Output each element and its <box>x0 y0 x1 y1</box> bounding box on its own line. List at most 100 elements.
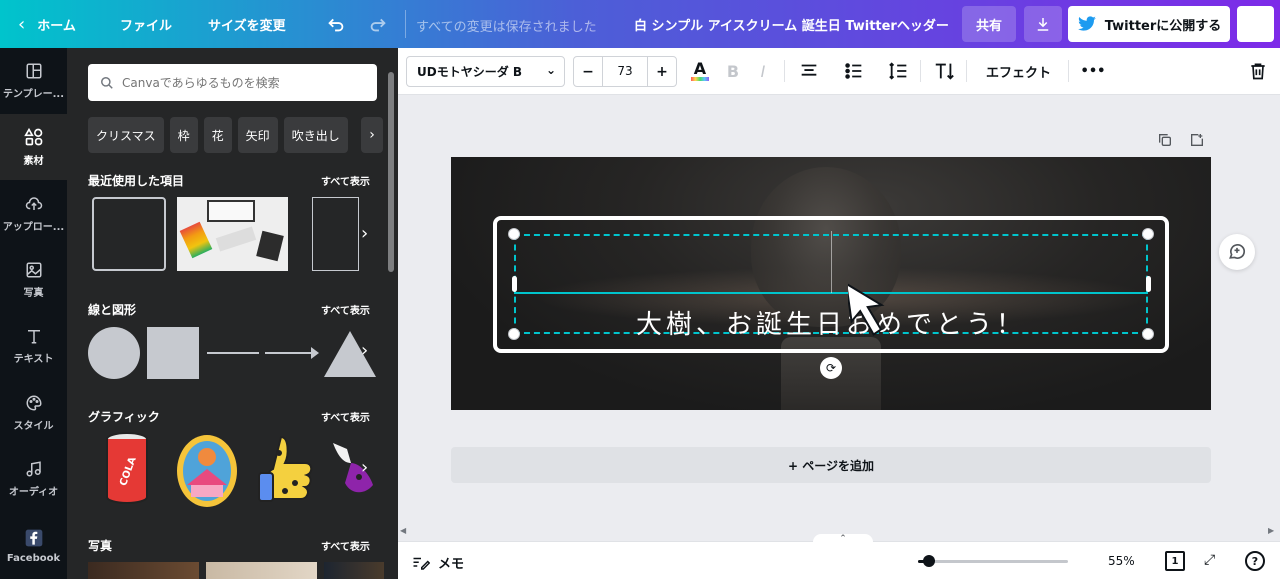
rail-item-audio[interactable]: オーディオ <box>0 446 67 512</box>
resize-handle-right[interactable] <box>1146 276 1151 292</box>
text-color-button[interactable]: A <box>689 60 711 82</box>
home-button[interactable]: ‹ ホーム <box>18 0 76 48</box>
zoom-slider-handle[interactable] <box>923 555 935 567</box>
graphics-next-icon[interactable]: › <box>361 457 379 478</box>
upload-icon <box>25 197 42 210</box>
recent-item-frame[interactable] <box>92 197 166 271</box>
chip-arrow[interactable]: 矢印 <box>237 117 278 153</box>
line-spacing-icon[interactable] <box>888 60 910 82</box>
chip-christmas[interactable]: クリスマス <box>88 117 164 153</box>
rotate-icon: ⟳ <box>825 361 837 375</box>
help-button[interactable]: ? <box>1245 551 1265 571</box>
italic-icon[interactable]: I <box>754 60 772 82</box>
bold-icon[interactable]: B <box>724 60 742 82</box>
trash-icon[interactable] <box>1248 60 1268 82</box>
chip-speech-bubble[interactable]: 吹き出し <box>283 117 348 153</box>
shape-arrow-line[interactable] <box>265 352 313 354</box>
rail-item-uploads[interactable]: アップロー... <box>0 181 67 247</box>
bottom-bar: ⌃ メモ 55% 1 ⤢ ? <box>398 534 1280 579</box>
zoom-level[interactable]: 55% <box>1108 554 1135 568</box>
document-title[interactable]: 白 シンプル アイスクリーム 誕生日 Twitterヘッダー <box>634 15 949 34</box>
recent-item-rectangle[interactable] <box>312 197 359 271</box>
zoom-slider-track[interactable] <box>918 560 1068 563</box>
effects-button[interactable]: エフェクト <box>986 62 1051 81</box>
resize-handle-tr[interactable] <box>1142 228 1154 240</box>
chevron-down-icon: ⌄ <box>545 63 556 77</box>
toolbar-divider <box>966 60 967 82</box>
vertical-text-icon[interactable] <box>933 60 955 82</box>
photo-thumb-3[interactable] <box>324 562 384 579</box>
more-options-button[interactable]: ••• <box>1237 6 1274 42</box>
page-count-button[interactable]: 1 <box>1165 551 1185 571</box>
align-center-icon[interactable] <box>798 60 820 82</box>
panel-scrollbar[interactable] <box>388 72 394 272</box>
recent-item-photo[interactable] <box>177 197 288 271</box>
publish-label: Twitterに公開する <box>1104 18 1222 34</box>
see-all-graphics[interactable]: すべて表示 <box>321 409 370 424</box>
center-guide <box>831 231 832 293</box>
chip-frame[interactable]: 枠 <box>169 117 198 153</box>
facebook-icon <box>25 529 42 547</box>
left-rail: テンプレー... 素材 アップロー... 写真 テキスト スタイル オーディオ … <box>0 48 67 579</box>
see-all-recent[interactable]: すべて表示 <box>321 173 370 188</box>
graphic-thumbs-up[interactable] <box>255 433 317 509</box>
rotate-handle[interactable]: ⟳ <box>820 357 842 379</box>
share-button[interactable]: 共有 <box>962 6 1016 42</box>
shapes-next-icon[interactable]: › <box>361 340 379 361</box>
more-tools-icon[interactable]: ••• <box>1081 60 1106 82</box>
scroll-right-icon[interactable]: ▶ <box>1268 526 1274 535</box>
redo-icon[interactable] <box>367 13 389 35</box>
comment-plus-icon <box>1229 244 1245 259</box>
notes-button[interactable]: メモ <box>412 553 464 572</box>
recent-next-icon[interactable]: › <box>361 223 379 244</box>
download-icon <box>1037 18 1049 31</box>
topbar-divider <box>405 10 406 38</box>
add-comment-button[interactable] <box>1219 234 1255 270</box>
elements-panel: クリスマス 枠 花 矢印 吹き出し › 最近使用した項目 すべて表示 › 線と図… <box>67 48 398 579</box>
resize-handle-tl[interactable] <box>508 228 520 240</box>
undo-icon[interactable] <box>325 13 347 35</box>
rail-item-templates[interactable]: テンプレー... <box>0 48 67 114</box>
decrease-font-size-button[interactable]: − <box>574 64 602 80</box>
design-canvas[interactable]: 大樹、お誕生日おめでとう！ ⟳ <box>451 157 1211 410</box>
shape-circle[interactable] <box>88 327 140 379</box>
chevron-left-icon: ‹ <box>18 13 26 35</box>
list-icon[interactable] <box>843 60 865 82</box>
search-box[interactable] <box>88 64 377 101</box>
resize-handle-left[interactable] <box>512 276 517 292</box>
file-menu-button[interactable]: ファイル <box>120 0 172 48</box>
section-title-photos: 写真 <box>88 539 113 553</box>
graphic-cola-can[interactable]: COLA <box>97 431 157 507</box>
see-all-photos[interactable]: すべて表示 <box>321 538 370 553</box>
publish-twitter-button[interactable]: Twitterに公開する <box>1068 6 1230 42</box>
add-page-icon[interactable] <box>1189 132 1205 148</box>
photo-thumb-1[interactable] <box>88 562 199 579</box>
chip-flower[interactable]: 花 <box>203 117 232 153</box>
shape-line[interactable] <box>207 352 259 354</box>
photo-thumb-2[interactable] <box>206 562 317 579</box>
fullscreen-icon[interactable]: ⤢ <box>1204 552 1215 568</box>
rail-item-text[interactable]: テキスト <box>0 313 67 379</box>
shape-square[interactable] <box>147 327 199 379</box>
download-button[interactable] <box>1024 6 1062 42</box>
rail-item-style[interactable]: スタイル <box>0 380 67 446</box>
font-family-dropdown[interactable]: UDモトヤシーダ B ⌄ <box>406 56 565 87</box>
scroll-left-icon[interactable]: ◀ <box>400 526 406 535</box>
chevron-up-icon[interactable]: ⌃ <box>813 534 873 548</box>
rail-label: テンプレー... <box>2 89 65 100</box>
rail-item-elements[interactable]: 素材 <box>0 114 67 180</box>
duplicate-page-icon[interactable] <box>1157 132 1173 148</box>
text-icon <box>27 330 40 344</box>
graphic-japan-badge[interactable] <box>175 433 239 509</box>
banner-text[interactable]: 大樹、お誕生日おめでとう！ <box>515 304 1147 341</box>
increase-font-size-button[interactable]: + <box>648 64 676 80</box>
search-input[interactable] <box>122 75 362 90</box>
rail-item-photos[interactable]: 写真 <box>0 247 67 313</box>
rail-item-facebook[interactable]: Facebook <box>0 513 67 579</box>
add-page-button[interactable]: + ページを追加 <box>451 447 1211 483</box>
font-size-input[interactable]: 73 <box>602 57 648 86</box>
resize-button[interactable]: サイズを変更 <box>208 0 286 48</box>
see-all-shapes[interactable]: すべて表示 <box>321 302 370 317</box>
section-title-lines-shapes: 線と図形 <box>88 303 137 317</box>
chevron-right-icon[interactable]: › <box>361 117 383 153</box>
